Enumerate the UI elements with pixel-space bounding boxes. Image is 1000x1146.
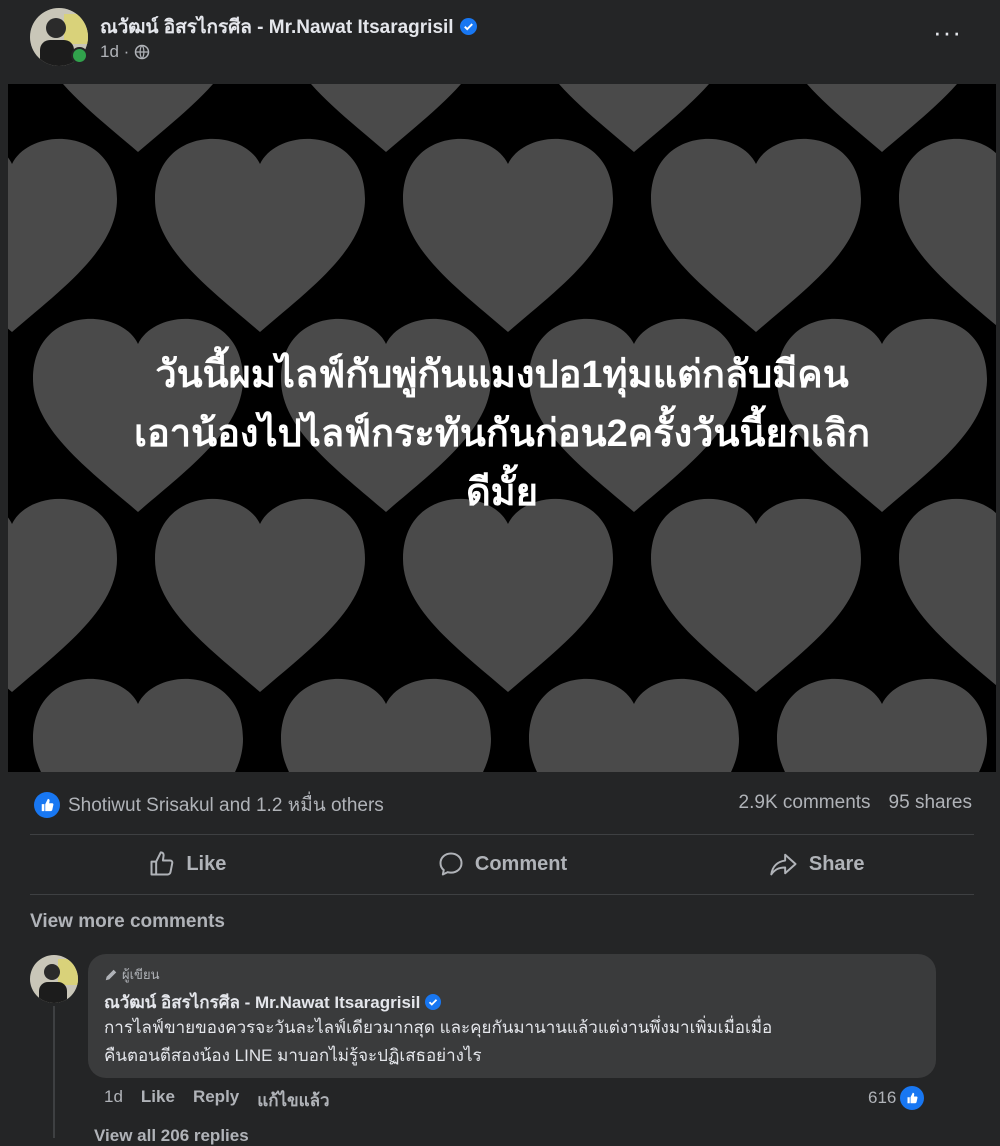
divider-top [30,834,974,835]
comment-author-text[interactable]: ณวัฒน์ อิสรไกรศีล - Mr.Nawat Itsaragrisi… [104,993,420,1012]
post-image-caption: วันนี้ผมไลฟ์กับพู่กันแมงปอ1ทุ่มแต่กลับมี… [8,346,996,523]
heart-shape [403,138,613,332]
heart-shape [155,138,365,332]
online-status-dot [71,47,88,64]
comment-text-line-2: คืนตอนตีสองน้อง LINE มาบอกไม่รู้จะปฏิเสธ… [104,1046,482,1065]
author-badge: ผู้เขียน [104,964,159,985]
caption-line-2: เอาน้องไปไลฟ์กระทันกันก่อน2ครั้งวันนี้ยก… [133,413,871,455]
heart-shape [529,678,739,772]
comment-reaction-count[interactable]: 616 [868,1084,927,1112]
author-name[interactable]: ณวัฒน์ อิสรไกรศีล - Mr.Nawat Itsaragrisi… [100,12,477,42]
comments-count[interactable]: 2.9K comments [739,792,871,814]
comment-bubble-icon [439,852,463,876]
comment-edited-label[interactable]: แก้ไขแล้ว [257,1087,329,1114]
share-button[interactable]: Share [659,836,974,892]
caption-line-3: ดีมั้ย [466,472,538,514]
heart-shape [403,498,613,692]
post-meta: 1d · [100,42,150,62]
author-avatar[interactable] [30,8,88,66]
post-stats: Shotiwut Srisakul and 1.2 หมื่น others 2… [0,786,1000,822]
post-timestamp[interactable]: 1d · [100,42,129,62]
heart-shape [33,678,243,772]
like-reaction-icon [34,792,60,818]
view-all-replies-link[interactable]: View all 206 replies [94,1126,249,1146]
comment-button[interactable]: Comment [345,836,660,892]
share-arrow-icon [770,853,797,876]
comment-like-button[interactable]: Like [141,1087,175,1114]
comment-bubble: ผู้เขียน ณวัฒน์ อิสรไกรศีล - Mr.Nawat It… [88,954,936,1078]
post-actions: Like Comment Share [30,836,974,892]
comment-timestamp[interactable]: 1d [104,1087,123,1114]
author-name-text[interactable]: ณวัฒน์ อิสรไกรศีล - Mr.Nawat Itsaragrisi… [100,17,454,38]
caption-line-1: วันนี้ผมไลฟ์กับพู่กันแมงปอ1ทุ่มแต่กลับมี… [155,354,849,396]
pencil-icon [105,969,117,980]
engagement-counts: 2.9K comments 95 shares [739,792,972,814]
heart-shape [651,498,861,692]
comment-text-line-1: การไลฟ์ขายของควรจะวันละไลฟ์เดียวมากสุด แ… [104,1018,773,1037]
heart-shape [281,678,491,772]
comment-label: Comment [474,852,568,875]
comment-actions: 1d Like Reply แก้ไขแล้ว [104,1087,330,1114]
comment-reply-button[interactable]: Reply [193,1087,239,1114]
verified-badge-icon [425,994,442,1010]
heart-shape [899,138,996,326]
more-options-icon[interactable]: ··· [933,19,962,45]
heart-shape [651,138,861,332]
comment-reaction-number: 616 [868,1088,897,1107]
view-more-comments-link[interactable]: View more comments [30,911,225,933]
like-label: Like [186,852,227,875]
author-badge-label: ผู้เขียน [122,967,160,982]
like-reaction-icon [898,1084,927,1112]
heart-shape [899,498,996,686]
comment-author[interactable]: ณวัฒน์ อิสรไกรศีล - Mr.Nawat Itsaragrisi… [104,989,442,1016]
heart-shape [8,498,117,692]
globe-icon [135,44,150,60]
commenter-avatar[interactable] [30,955,78,1003]
heart-shape [8,138,117,332]
reactions-text[interactable]: Shotiwut Srisakul and 1.2 หมื่น others [68,790,384,820]
reactions-summary[interactable]: Shotiwut Srisakul and 1.2 หมื่น others [34,790,384,820]
like-button[interactable]: Like [30,836,345,892]
divider-bottom [30,894,974,895]
share-label: Share [808,852,865,875]
thumbs-up-icon [150,851,174,876]
post-image[interactable]: วันนี้ผมไลฟ์กับพู่กันแมงปอ1ทุ่มแต่กลับมี… [8,84,996,772]
post-header: ณวัฒน์ อิสรไกรศีล - Mr.Nawat Itsaragrisi… [0,0,1000,84]
reply-thread-line [53,1006,55,1138]
heart-shape [777,678,987,772]
comment-text: การไลฟ์ขายของควรจะวันละไลฟ์เดียวมากสุด แ… [104,1014,924,1070]
verified-badge-icon [459,18,477,35]
shares-count[interactable]: 95 shares [889,792,972,814]
heart-shape [155,498,365,692]
